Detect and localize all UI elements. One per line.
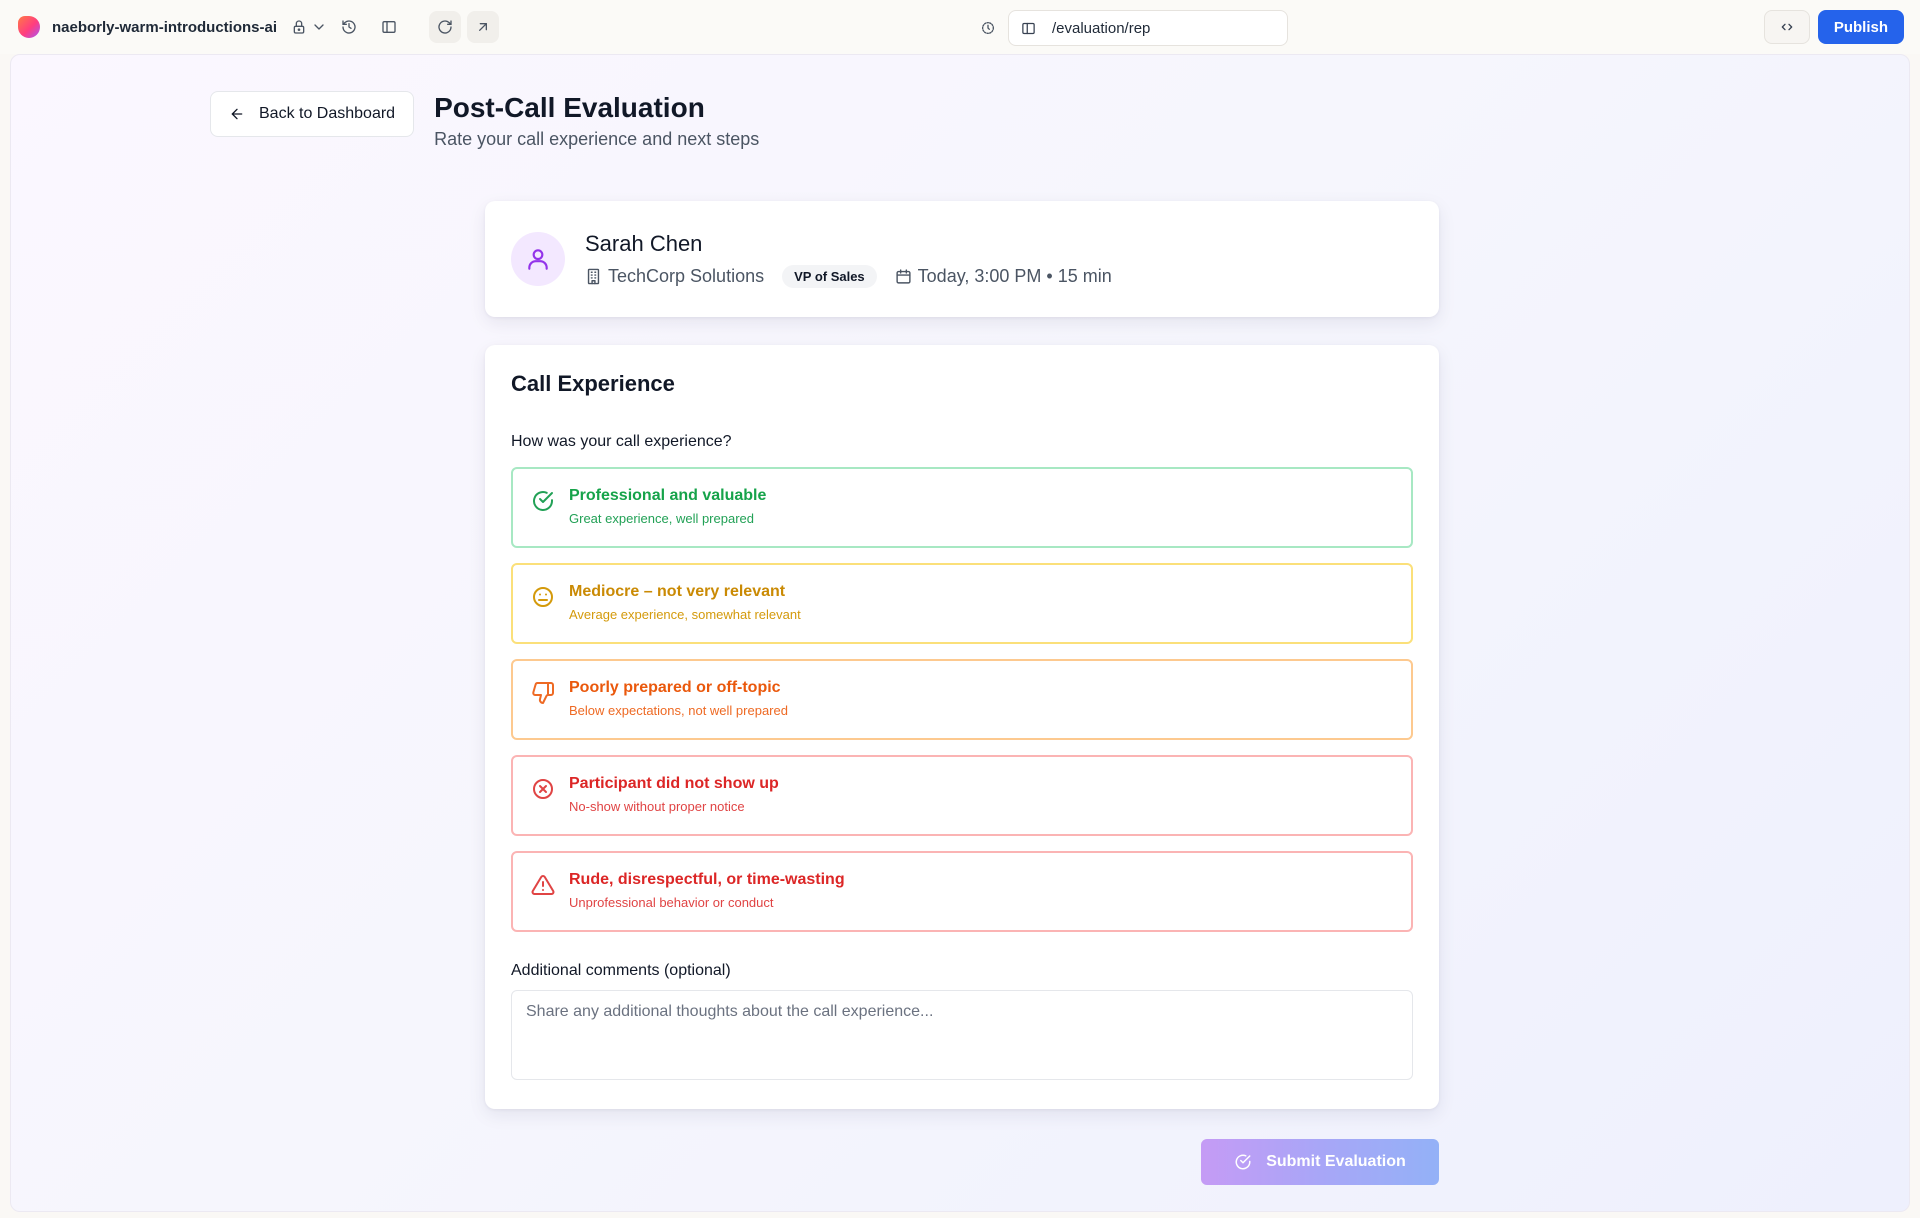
page-layout-icon [1022, 22, 1035, 34]
top-bar: naeborly-warm-introductions-ai /evaluati… [0, 0, 1920, 54]
project-name[interactable]: naeborly-warm-introductions-ai [52, 19, 277, 36]
participant-meta: TechCorp Solutions VP of Sales Today, 3:… [585, 264, 1112, 288]
experience-question: How was your call experience? [511, 433, 732, 450]
page-header: Back to Dashboard Post-Call Evaluation R… [210, 91, 759, 150]
warning-triangle-icon [531, 873, 555, 897]
option-poorly-prepared[interactable]: Poorly prepared or off-topic Below expec… [511, 659, 1413, 740]
schedule-info: Today, 3:00 PM • 15 min [895, 266, 1112, 287]
participant-name: Sarah Chen [585, 230, 703, 256]
page-subtitle: Rate your call experience and next steps [434, 128, 760, 149]
option-description: Average experience, somewhat relevant [569, 607, 801, 622]
option-professional[interactable]: Professional and valuable Great experien… [511, 467, 1413, 548]
building-icon [587, 268, 600, 284]
back-button-label: Back to Dashboard [259, 105, 396, 122]
section-title: Call Experience [511, 371, 675, 396]
url-input[interactable]: /evaluation/rep [1008, 10, 1288, 46]
arrow-left-icon [231, 108, 243, 120]
check-circle-icon [1235, 1154, 1251, 1170]
check-circle-icon [531, 489, 555, 513]
thumbs-down-icon [531, 681, 555, 705]
publish-button[interactable]: Publish [1817, 10, 1904, 44]
submit-evaluation-button[interactable]: Submit Evaluation [1201, 1139, 1439, 1185]
company-name: TechCorp Solutions [608, 265, 765, 286]
preview-controls [429, 11, 500, 43]
device-cycle-icon[interactable] [976, 12, 1000, 44]
chevron-down-icon[interactable] [309, 11, 329, 43]
back-to-dashboard-button[interactable]: Back to Dashboard [210, 91, 415, 137]
x-circle-icon [531, 777, 555, 801]
option-label: Participant did not show up [569, 775, 779, 792]
sidebar-toggle-icon[interactable] [373, 11, 405, 43]
topbar-actions: Publish [1763, 10, 1904, 44]
role-badge: VP of Sales [782, 264, 877, 288]
app-preview-frame: Back to Dashboard Post-Call Evaluation R… [10, 54, 1910, 1212]
option-description: No-show without proper notice [569, 799, 745, 814]
code-icon [1781, 23, 1793, 31]
option-rude[interactable]: Rude, disrespectful, or time-wasting Unp… [511, 851, 1413, 932]
participant-card: Sarah Chen TechCorp Solutions VP of Sale… [485, 201, 1439, 317]
refresh-icon[interactable] [429, 11, 462, 43]
submit-label: Submit Evaluation [1266, 1153, 1406, 1170]
meh-face-icon [531, 585, 555, 609]
option-description: Great experience, well prepared [569, 511, 754, 526]
url-path: /evaluation/rep [1052, 19, 1151, 37]
option-label: Rude, disrespectful, or time-wasting [569, 871, 845, 888]
calendar-icon [896, 268, 911, 284]
option-description: Below expectations, not well prepared [569, 703, 788, 718]
comments-textarea[interactable] [511, 990, 1413, 1080]
option-mediocre[interactable]: Mediocre – not very relevant Average exp… [511, 563, 1413, 644]
option-label: Mediocre – not very relevant [569, 583, 786, 600]
participant-info: Sarah Chen TechCorp Solutions VP of Sale… [585, 231, 1112, 288]
history-icon[interactable] [333, 11, 365, 43]
open-external-icon[interactable] [467, 11, 500, 43]
option-description: Unprofessional behavior or conduct [569, 895, 774, 910]
comments-label: Additional comments (optional) [511, 962, 731, 979]
user-icon [528, 249, 548, 270]
url-bar: /evaluation/rep [976, 10, 1288, 46]
option-no-show[interactable]: Participant did not show up No-show with… [511, 755, 1413, 836]
title-block: Post-Call Evaluation Rate your call expe… [434, 91, 759, 150]
app-logo-icon[interactable] [18, 16, 40, 38]
page-title: Post-Call Evaluation [434, 92, 705, 123]
code-view-button[interactable] [1763, 10, 1810, 44]
option-label: Professional and valuable [569, 487, 767, 504]
call-experience-card: Call Experience How was your call experi… [485, 345, 1439, 1109]
company-info: TechCorp Solutions [585, 266, 764, 287]
schedule-text: Today, 3:00 PM • 15 min [917, 265, 1112, 286]
avatar [511, 232, 565, 286]
option-label: Poorly prepared or off-topic [569, 679, 781, 696]
experience-options: Professional and valuable Great experien… [511, 467, 1413, 932]
